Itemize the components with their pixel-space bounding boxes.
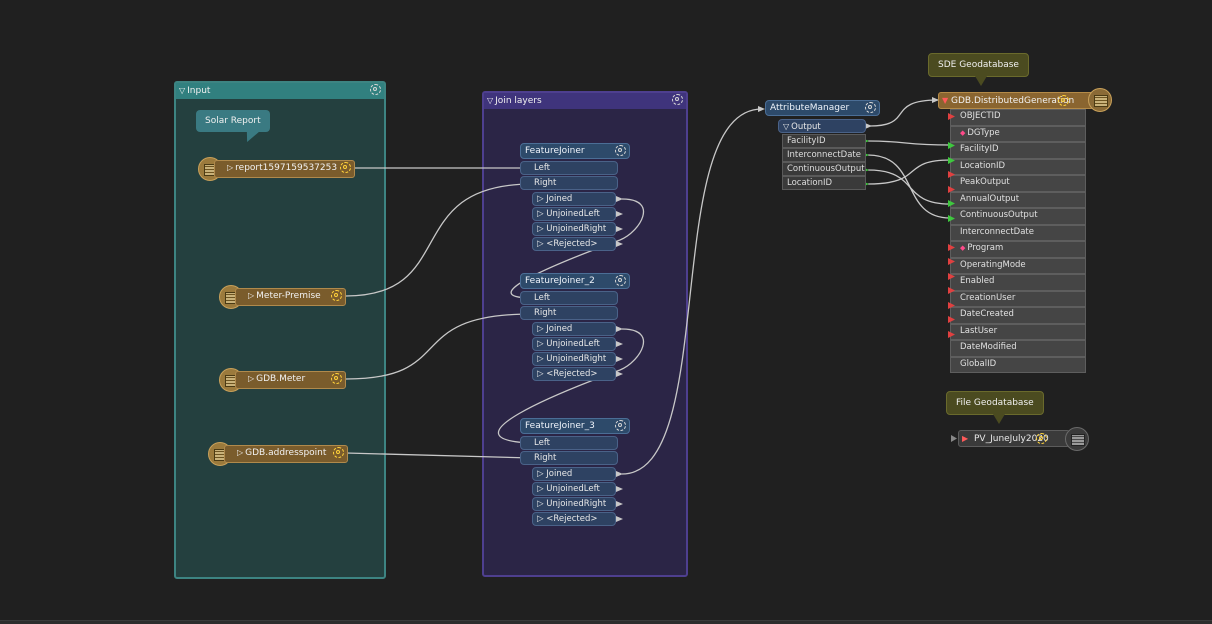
gear-icon[interactable] [1036, 433, 1047, 444]
writer-port-markers [948, 113, 957, 442]
writer-arrow-icon: ▶ [962, 434, 969, 443]
status-bar [0, 620, 1212, 624]
writer-file-geodatabase[interactable]: ▶ PV_JuneJuly2020 [958, 430, 1070, 447]
table-icon [1065, 427, 1089, 451]
